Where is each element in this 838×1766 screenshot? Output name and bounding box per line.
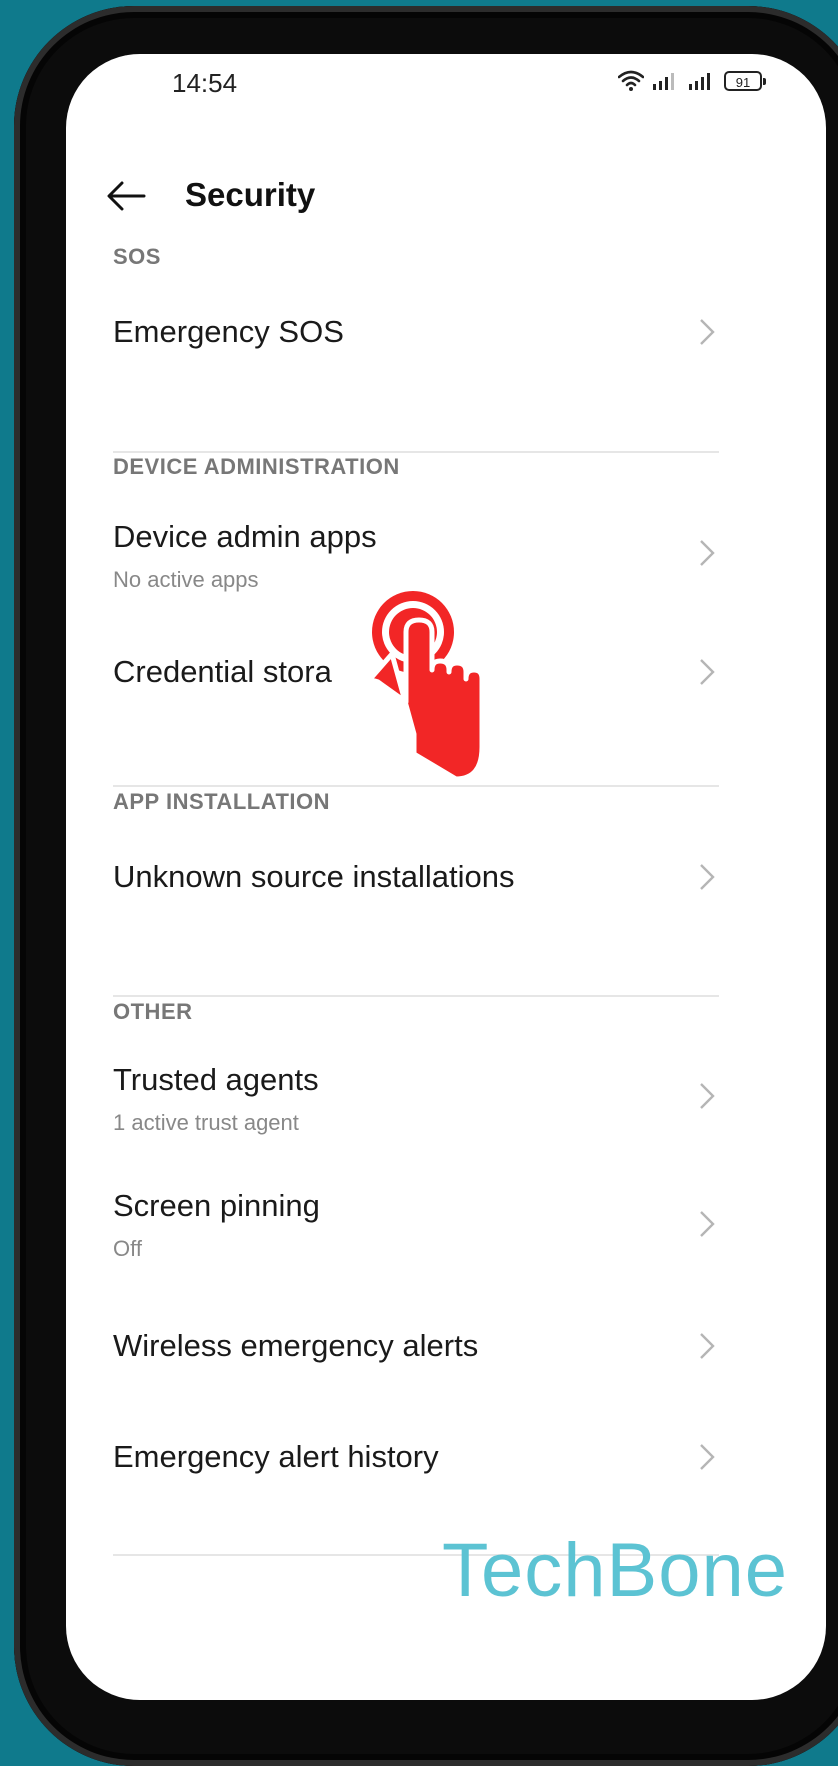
- row-label: Emergency alert history: [113, 1439, 439, 1474]
- signal-icon: [653, 73, 674, 90]
- row-label: Wireless emergency alerts: [113, 1328, 479, 1363]
- tap-hand-icon: [361, 591, 485, 782]
- row-emergency-alert-history[interactable]: Emergency alert history: [66, 1429, 826, 1509]
- divider: [113, 785, 719, 787]
- back-arrow-icon[interactable]: [106, 178, 146, 214]
- chevron-right-icon: [700, 1083, 715, 1109]
- divider: [113, 995, 719, 997]
- status-icons: 91: [618, 70, 766, 92]
- row-subtitle: 1 active trust agent: [113, 1110, 299, 1135]
- row-screen-pinning[interactable]: Screen pinning Off: [66, 1182, 826, 1292]
- section-title-sos: SOS: [113, 244, 161, 269]
- header: Security: [66, 164, 826, 234]
- chevron-right-icon: [700, 864, 715, 890]
- status-time: 14:54: [172, 68, 238, 98]
- chevron-right-icon: [700, 1333, 715, 1359]
- chevron-right-icon: [700, 1444, 715, 1470]
- chevron-right-icon: [700, 540, 715, 566]
- chevron-right-icon: [700, 1211, 715, 1237]
- chevron-right-icon: [700, 319, 715, 345]
- section-title-app-installation: APP INSTALLATION: [113, 789, 330, 814]
- chevron-right-icon: [700, 659, 715, 685]
- row-subtitle: Off: [113, 1236, 142, 1261]
- screen: 14:54 91 Security SOS Emergency SOS DEVI…: [66, 54, 826, 1700]
- section-title-device-administration: DEVICE ADMINISTRATION: [113, 454, 400, 479]
- watermark-logo: TechBone: [442, 1528, 789, 1613]
- row-label: Unknown source installations: [113, 859, 515, 894]
- battery-icon: 91: [724, 71, 766, 91]
- row-label: Device admin apps: [113, 519, 377, 554]
- phone-frame: 14:54 91 Security SOS Emergency SOS DEVI…: [14, 6, 838, 1766]
- row-emergency-sos[interactable]: Emergency SOS: [66, 304, 826, 384]
- page-title: Security: [185, 176, 316, 213]
- row-label: Screen pinning: [113, 1188, 320, 1223]
- section-title-other: OTHER: [113, 999, 193, 1024]
- wifi-icon: [618, 70, 644, 91]
- row-subtitle: No active apps: [113, 567, 259, 592]
- status-bar: 14:54 91: [66, 54, 826, 114]
- row-unknown-source-installations[interactable]: Unknown source installations: [66, 849, 826, 929]
- row-wireless-emergency-alerts[interactable]: Wireless emergency alerts: [66, 1318, 826, 1398]
- row-label: Credential stora: [113, 654, 332, 689]
- row-label: Trusted agents: [113, 1062, 319, 1097]
- signal-icon: [689, 73, 710, 90]
- divider: [113, 451, 719, 453]
- row-trusted-agents[interactable]: Trusted agents 1 active trust agent: [66, 1054, 826, 1164]
- row-label: Emergency SOS: [113, 314, 344, 349]
